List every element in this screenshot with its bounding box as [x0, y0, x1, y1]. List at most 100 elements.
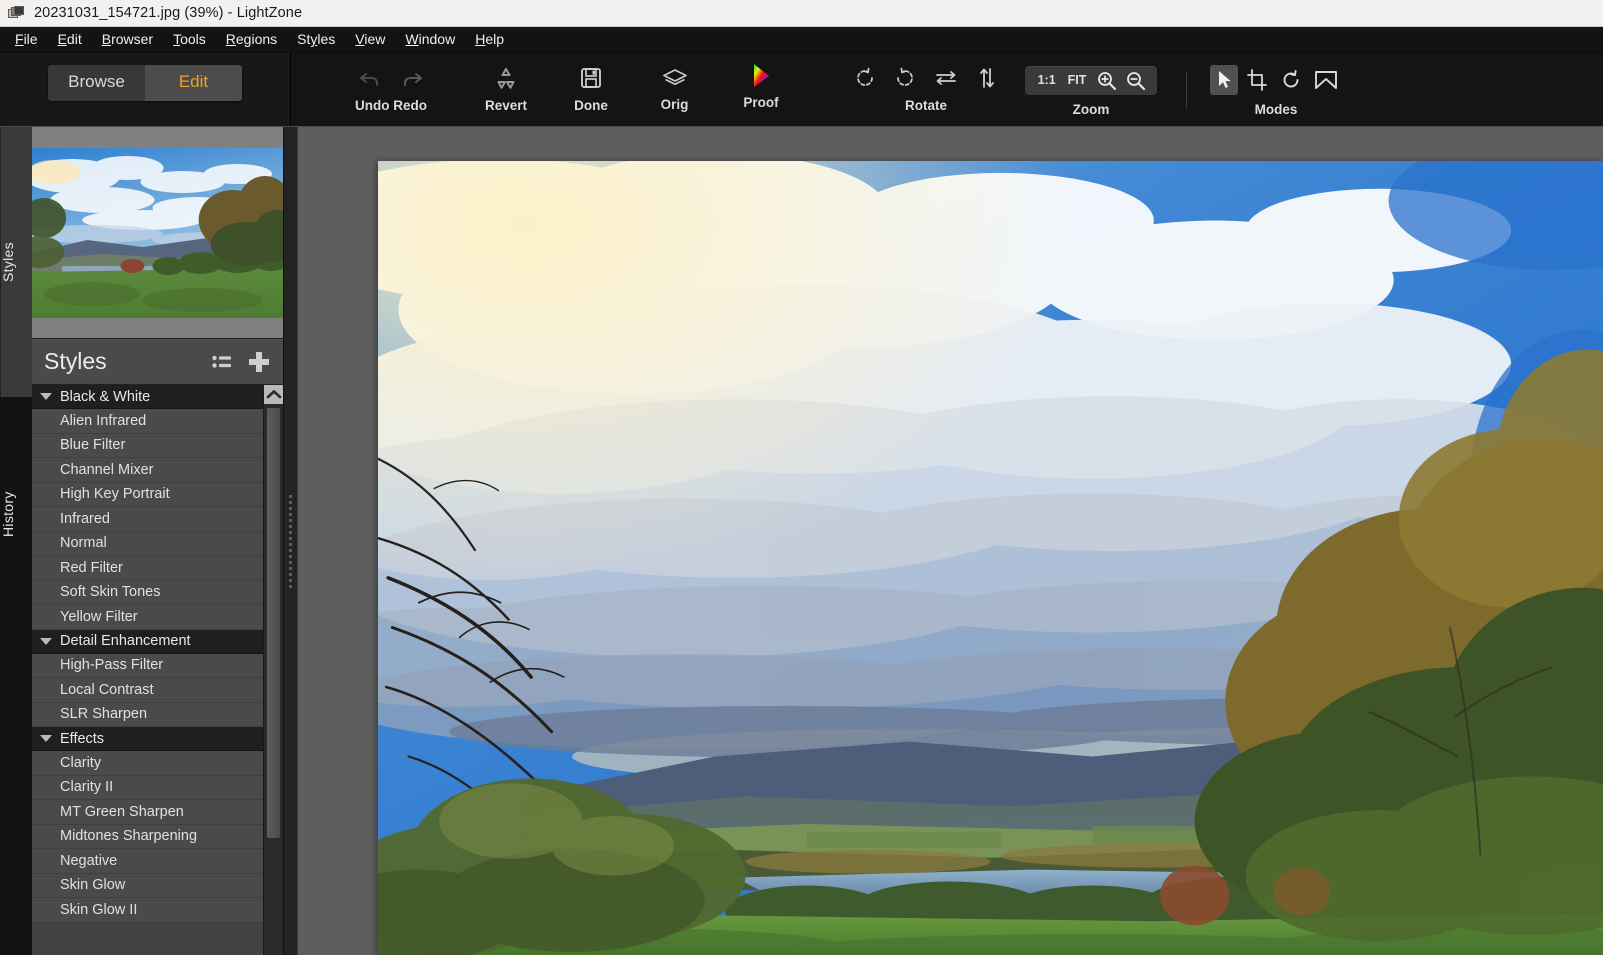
preview-photo	[32, 148, 283, 318]
vertical-tab-history[interactable]: History	[0, 397, 32, 632]
mode-tabs-container: Browse Edit	[0, 53, 290, 126]
style-item-alien-infrared[interactable]: Alien Infrared	[32, 409, 263, 434]
scrollbar-thumb[interactable]	[267, 408, 280, 838]
style-item-skin-glow-ii[interactable]: Skin Glow II	[32, 898, 263, 923]
style-item-yellow-filter[interactable]: Yellow Filter	[32, 605, 263, 630]
floppy-disk-icon[interactable]	[578, 65, 604, 96]
style-item-mt-green-sharpen[interactable]: MT Green Sharpen	[32, 800, 263, 825]
zoom-label: Zoom	[1001, 102, 1181, 117]
pointer-arrow-icon[interactable]	[1210, 65, 1238, 95]
zoom-group: 1:1 FIT	[1001, 53, 1181, 126]
photos-stack-icon	[8, 6, 25, 21]
styles-panel-header: Styles	[32, 339, 283, 385]
style-item-high-key-portrait[interactable]: High Key Portrait	[32, 483, 263, 508]
style-group-black-and-white[interactable]: Black & White	[32, 385, 263, 409]
main-body: Styles History	[0, 127, 1603, 955]
recycle-icon[interactable]	[493, 65, 519, 96]
style-item-clarity-ii[interactable]: Clarity II	[32, 776, 263, 801]
layers-icon[interactable]	[661, 67, 689, 94]
menu-bar: File Edit Browser Tools Regions Styles V…	[0, 27, 1603, 53]
menu-window[interactable]: Window	[395, 28, 465, 51]
style-group-effects[interactable]: Effects	[32, 727, 263, 751]
magnifier-minus-icon[interactable]	[1122, 70, 1149, 91]
panel-tab-rail: Styles History	[0, 127, 32, 955]
proof-group[interactable]: Proof	[711, 53, 811, 126]
style-group-detail-enhancement[interactable]: Detail Enhancement	[32, 630, 263, 654]
crop-icon[interactable]	[1242, 65, 1272, 95]
toolbar-row: Browse Edit	[0, 53, 1603, 127]
lightzone-window: 20231031_154721.jpg (39%) - LightZone Fi…	[0, 0, 1603, 955]
done-group[interactable]: Done	[541, 53, 641, 126]
menu-edit[interactable]: Edit	[48, 28, 92, 51]
tab-edit[interactable]: Edit	[145, 65, 242, 101]
style-item-negative[interactable]: Negative	[32, 849, 263, 874]
mode-tabs: Browse Edit	[48, 65, 242, 101]
done-label: Done	[541, 98, 641, 113]
zoom-fit-button[interactable]: FIT	[1063, 72, 1092, 88]
rotate-left-icon[interactable]	[854, 66, 876, 95]
rotate-right-icon[interactable]	[894, 66, 916, 95]
scrollbar-track[interactable]	[264, 404, 283, 955]
style-item-red-filter[interactable]: Red Filter	[32, 556, 263, 581]
flip-vertical-icon[interactable]	[976, 66, 998, 95]
rotate-label: Rotate	[821, 98, 1031, 113]
tab-browse[interactable]: Browse	[48, 65, 145, 101]
styles-list[interactable]: Black & White Alien Infrared Blue Filter…	[32, 385, 263, 955]
window-title: 20231031_154721.jpg (39%) - LightZone	[34, 5, 302, 21]
magnifier-plus-icon[interactable]	[1093, 70, 1120, 91]
menu-help[interactable]: Help	[465, 28, 514, 51]
style-item-slr-sharpen[interactable]: SLR Sharpen	[32, 703, 263, 728]
orig-group[interactable]: Orig	[627, 53, 722, 126]
menu-view[interactable]: View	[345, 28, 395, 51]
plus-icon[interactable]	[247, 350, 271, 374]
style-item-skin-glow[interactable]: Skin Glow	[32, 874, 263, 899]
main-photo[interactable]	[378, 161, 1603, 955]
style-item-infrared[interactable]: Infrared	[32, 507, 263, 532]
edit-toolbar: Undo Redo Revert	[290, 53, 1603, 126]
styles-list-container: Black & White Alien Infrared Blue Filter…	[32, 385, 283, 955]
menu-styles[interactable]: Styles	[287, 28, 345, 51]
styles-list-scrollbar[interactable]	[263, 385, 283, 955]
chevron-up-icon[interactable]	[264, 385, 283, 404]
redo-arrow-icon[interactable]	[398, 65, 424, 96]
chevron-down-icon	[40, 735, 52, 742]
menu-tools[interactable]: Tools	[163, 28, 216, 51]
style-group-label: Black & White	[60, 389, 150, 405]
menu-file[interactable]: File	[5, 28, 48, 51]
style-item-blue-filter[interactable]: Blue Filter	[32, 434, 263, 459]
panel-title: Styles	[44, 348, 197, 375]
image-canvas[interactable]	[298, 127, 1603, 955]
list-view-icon[interactable]	[211, 353, 233, 371]
flip-horizontal-icon[interactable]	[934, 67, 958, 94]
style-group-label: Effects	[60, 731, 104, 747]
style-item-soft-skin-tones[interactable]: Soft Skin Tones	[32, 581, 263, 606]
menu-browser[interactable]: Browser	[92, 28, 163, 51]
title-bar: 20231031_154721.jpg (39%) - LightZone	[0, 0, 1603, 27]
style-item-local-contrast[interactable]: Local Contrast	[32, 678, 263, 703]
zoom-control-box: 1:1 FIT	[1025, 66, 1158, 95]
vertical-tab-styles[interactable]: Styles	[0, 127, 32, 397]
splitter-grip	[289, 495, 292, 588]
orig-label: Orig	[627, 97, 722, 112]
chevron-down-icon	[40, 393, 52, 400]
modes-label: Modes	[1196, 102, 1356, 117]
rotate-mode-icon[interactable]	[1276, 65, 1306, 95]
style-item-channel-mixer[interactable]: Channel Mixer	[32, 458, 263, 483]
menu-regions[interactable]: Regions	[216, 28, 287, 51]
modes-group: Modes	[1196, 53, 1356, 126]
panel-splitter[interactable]	[284, 127, 298, 955]
style-item-normal[interactable]: Normal	[32, 532, 263, 557]
rotate-group: Rotate	[821, 53, 1031, 126]
proof-label: Proof	[711, 95, 811, 110]
undo-arrow-icon[interactable]	[358, 65, 384, 96]
style-item-midtones-sharpening[interactable]: Midtones Sharpening	[32, 825, 263, 850]
zoom-1to1-button[interactable]: 1:1	[1033, 72, 1061, 88]
color-gamut-icon[interactable]	[747, 61, 775, 96]
region-icon[interactable]	[1310, 65, 1342, 95]
style-item-high-pass-filter[interactable]: High-Pass Filter	[32, 654, 263, 679]
style-group-label: Detail Enhancement	[60, 633, 191, 649]
chevron-down-icon	[40, 638, 52, 645]
undo-redo-label: Undo Redo	[321, 98, 461, 113]
toolbar-divider	[1186, 53, 1188, 126]
style-item-clarity[interactable]: Clarity	[32, 751, 263, 776]
